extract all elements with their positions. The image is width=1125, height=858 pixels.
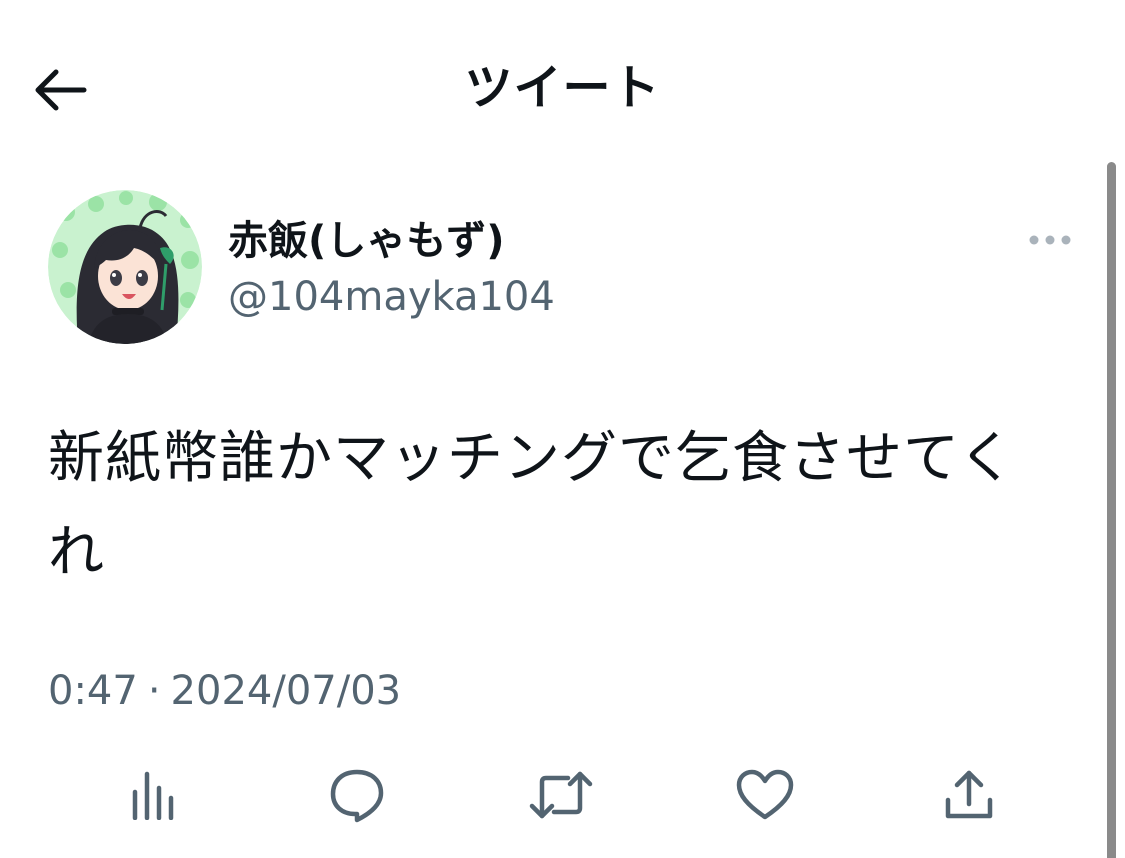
retweet-icon (528, 770, 594, 820)
more-horizontal-icon (1028, 234, 1072, 246)
more-options-button[interactable] (1022, 222, 1078, 258)
retweet-button[interactable] (526, 760, 596, 830)
tweet-time: 0:47 (48, 668, 138, 714)
tweet-action-bar (0, 760, 1100, 830)
tweet-date: 2024/07/03 (170, 668, 402, 714)
share-button[interactable] (934, 760, 1004, 830)
scrollbar[interactable] (1107, 162, 1116, 858)
like-button[interactable] (730, 760, 800, 830)
avatar[interactable] (48, 190, 202, 344)
tweet-timestamp[interactable]: 0:47 · 2024/07/03 (48, 664, 401, 718)
heart-icon (735, 769, 795, 821)
bar-chart-icon (128, 770, 178, 820)
page-title: ツイート (464, 60, 661, 116)
view-count-button[interactable] (118, 760, 188, 830)
author-handle[interactable]: @104mayka104 (228, 272, 555, 322)
reply-button[interactable] (322, 760, 392, 830)
header: ツイート (0, 0, 1125, 160)
tweet-text: 新紙幣誰かマッチングで乞食させてくれ (48, 426, 1016, 585)
tweet-detail-screen: ツイート 赤飯(しゃもず) @104mayka104 新紙幣誰かマッチングで乞食… (0, 0, 1125, 858)
share-icon (942, 768, 996, 822)
meta-separator: · (147, 668, 161, 714)
reply-icon (327, 767, 387, 823)
author-display-name[interactable]: 赤飯(しゃもず) (228, 216, 505, 266)
